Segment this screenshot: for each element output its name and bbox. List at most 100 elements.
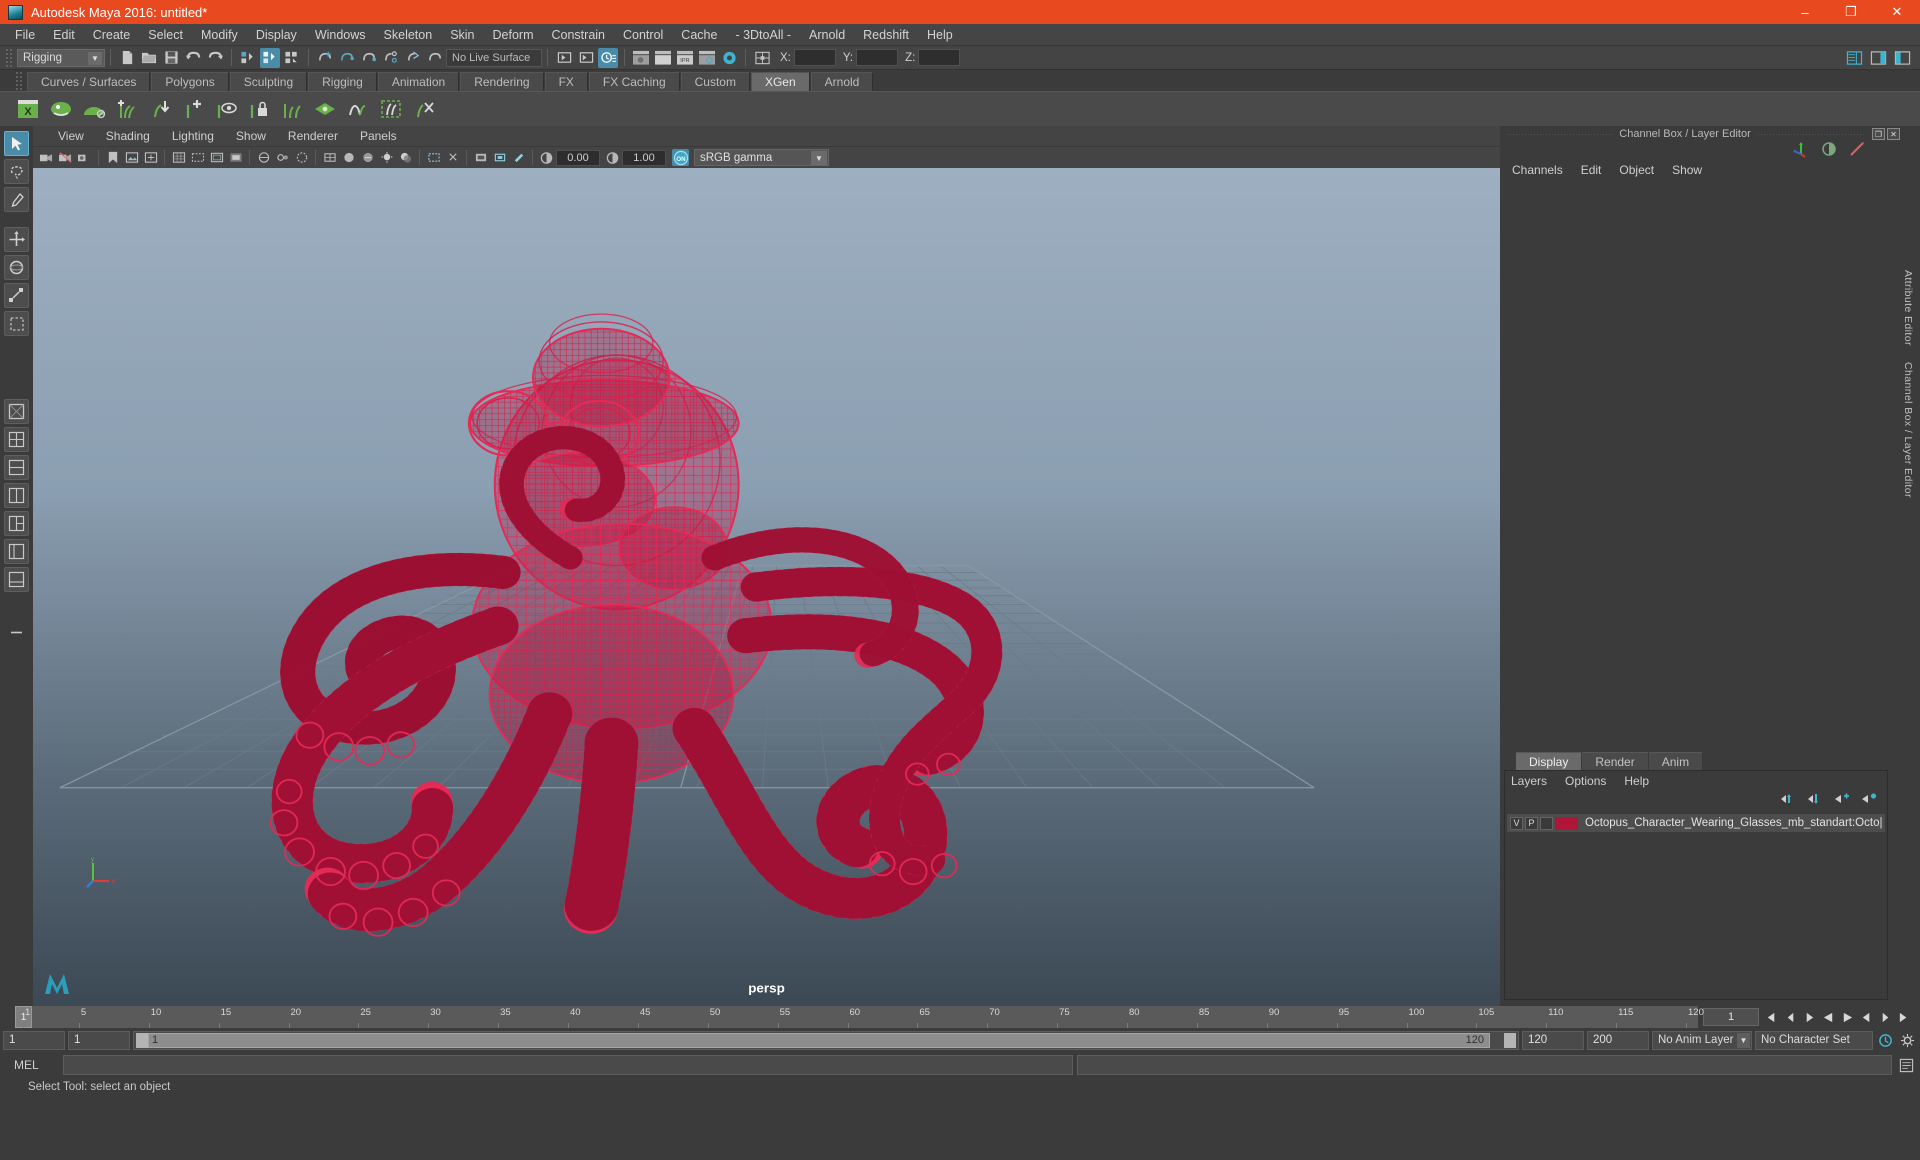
menu-deform[interactable]: Deform bbox=[484, 26, 543, 44]
layer-menu-options[interactable]: Options bbox=[1565, 774, 1606, 788]
character-set-selector[interactable]: No Character Set bbox=[1755, 1030, 1873, 1050]
menu-arnold[interactable]: Arnold bbox=[800, 26, 854, 44]
move-layer-up-icon[interactable] bbox=[1780, 792, 1796, 810]
shelf-tab-arnold[interactable]: Arnold bbox=[810, 72, 874, 91]
menu-modify[interactable]: Modify bbox=[192, 26, 247, 44]
channel-box-menu-edit[interactable]: Edit bbox=[1581, 163, 1614, 177]
tab-anim-layers[interactable]: Anim bbox=[1648, 752, 1703, 770]
save-scene-icon[interactable] bbox=[161, 48, 181, 68]
lock-camera-icon[interactable] bbox=[57, 149, 74, 166]
shelf-tab-custom[interactable]: Custom bbox=[680, 72, 750, 91]
hypershade-icon[interactable] bbox=[719, 48, 739, 68]
gate-mask-icon[interactable] bbox=[227, 149, 244, 166]
range-end-time-field[interactable]: 120 bbox=[1522, 1030, 1584, 1050]
viewport-menu-shading[interactable]: Shading bbox=[95, 129, 161, 143]
xray-icon[interactable] bbox=[255, 149, 272, 166]
drag-dots[interactable] bbox=[1506, 133, 1614, 135]
animation-preferences-icon[interactable] bbox=[1899, 1032, 1916, 1049]
select-camera-icon[interactable] bbox=[38, 149, 55, 166]
layer-visibility-toggle[interactable]: V bbox=[1510, 816, 1523, 830]
current-frame-field[interactable]: 1 bbox=[1703, 1008, 1759, 1026]
close-button[interactable]: ✕ bbox=[1874, 0, 1920, 24]
range-start-handle[interactable] bbox=[136, 1032, 148, 1048]
isolate-add-icon[interactable] bbox=[444, 149, 461, 166]
viewport-menu-view[interactable]: View bbox=[47, 129, 95, 143]
menu-set-selector[interactable]: Rigging ▼ bbox=[17, 48, 105, 67]
more-layouts[interactable] bbox=[4, 620, 29, 645]
editor-layout-icon[interactable] bbox=[752, 48, 772, 68]
menu-create[interactable]: Create bbox=[84, 26, 140, 44]
layer-name-label[interactable]: Octopus_Character_Wearing_Glasses_mb_sta… bbox=[1585, 817, 1882, 829]
menu-constrain[interactable]: Constrain bbox=[543, 26, 615, 44]
new-scene-icon[interactable] bbox=[117, 48, 137, 68]
scale-tool[interactable] bbox=[4, 283, 29, 308]
auto-keyframe-icon[interactable] bbox=[1877, 1032, 1894, 1049]
noise-modifier-icon[interactable] bbox=[377, 96, 404, 123]
viewport-menu-renderer[interactable]: Renderer bbox=[277, 129, 349, 143]
isolate-select-icon[interactable] bbox=[425, 149, 442, 166]
smooth-shade-textured-icon[interactable] bbox=[359, 149, 376, 166]
range-slider-track[interactable]: 1 120 bbox=[133, 1030, 1519, 1050]
shelf-tab-fx-caching[interactable]: FX Caching bbox=[588, 72, 680, 91]
coord-y-field[interactable] bbox=[856, 49, 899, 66]
minimize-button[interactable]: – bbox=[1782, 0, 1828, 24]
anim-start-time-field[interactable]: 1 bbox=[3, 1030, 65, 1050]
layer-playback-toggle[interactable]: P bbox=[1525, 816, 1538, 830]
viewport-menu-lighting[interactable]: Lighting bbox=[161, 129, 225, 143]
command-language-label[interactable]: MEL bbox=[4, 1055, 59, 1075]
layer-menu-layers[interactable]: Layers bbox=[1511, 774, 1547, 788]
grid-toggle-icon[interactable] bbox=[170, 149, 187, 166]
range-start-time-field[interactable]: 1 bbox=[68, 1030, 130, 1050]
frame-selected-icon[interactable] bbox=[491, 149, 508, 166]
coord-z-field[interactable] bbox=[918, 49, 961, 66]
snap-active-icon[interactable] bbox=[425, 48, 445, 68]
menu-skin[interactable]: Skin bbox=[441, 26, 483, 44]
xray-active-icon[interactable] bbox=[293, 149, 310, 166]
menu-skeleton[interactable]: Skeleton bbox=[375, 26, 442, 44]
snap-view-icon[interactable] bbox=[403, 48, 423, 68]
render-settings-icon[interactable] bbox=[697, 48, 717, 68]
menu-windows[interactable]: Windows bbox=[306, 26, 375, 44]
snap-point-icon[interactable] bbox=[359, 48, 379, 68]
menu-cache[interactable]: Cache bbox=[672, 26, 726, 44]
outliner-persp-layout[interactable] bbox=[4, 539, 29, 564]
texture-paint-icon[interactable] bbox=[510, 149, 527, 166]
menu-help[interactable]: Help bbox=[918, 26, 962, 44]
chevron-down-icon[interactable]: ▼ bbox=[1737, 1032, 1750, 1048]
step-forward-keyframe-icon[interactable] bbox=[1877, 1009, 1894, 1026]
gamma-icon[interactable] bbox=[604, 149, 621, 166]
output-connections-icon[interactable] bbox=[576, 48, 596, 68]
viewport-menu-panels[interactable]: Panels bbox=[349, 129, 408, 143]
preview-visibility-icon[interactable] bbox=[212, 96, 239, 123]
shelf-tab-xgen[interactable]: XGen bbox=[750, 72, 810, 91]
statusline-grip[interactable] bbox=[5, 47, 14, 68]
chevron-down-icon[interactable]: ▼ bbox=[88, 51, 102, 65]
go-to-end-icon[interactable] bbox=[1896, 1009, 1913, 1026]
vertical-tab-attribute-editor[interactable]: Attribute Editor bbox=[1902, 262, 1914, 354]
clump-modifier-icon[interactable] bbox=[344, 96, 371, 123]
paint-select-tool[interactable] bbox=[4, 187, 29, 212]
chevron-down-icon[interactable]: ▼ bbox=[811, 151, 827, 165]
rotate-tool[interactable] bbox=[4, 255, 29, 280]
layer-list[interactable]: V P Octopus_Character_Wearing_Glasses_mb… bbox=[1505, 811, 1887, 999]
xgen-collection-icon[interactable] bbox=[80, 96, 107, 123]
step-forward-frame-icon[interactable] bbox=[1858, 1009, 1875, 1026]
undo-icon[interactable] bbox=[183, 48, 203, 68]
time-slider-track[interactable]: 1 1 5 10 15 20 25 30 35 40 45 50 55 60 65 70 75 80 85 90 95… bbox=[15, 1006, 1704, 1028]
hypershade-persp-layout[interactable] bbox=[4, 567, 29, 592]
command-output-field[interactable] bbox=[1077, 1055, 1892, 1075]
tab-display-layers[interactable]: Display bbox=[1516, 752, 1582, 770]
range-thumb[interactable] bbox=[148, 1032, 1490, 1048]
new-layer-icon[interactable] bbox=[1834, 792, 1850, 810]
vertical-tab-channel-box[interactable]: Channel Box / Layer Editor bbox=[1902, 354, 1914, 506]
select-object-icon[interactable] bbox=[260, 47, 280, 68]
xgen-description-icon[interactable] bbox=[47, 96, 74, 123]
maximize-button[interactable]: ❐ bbox=[1828, 0, 1874, 24]
play-forwards-icon[interactable] bbox=[1839, 1009, 1856, 1026]
lasso-select-tool[interactable] bbox=[4, 159, 29, 184]
snap-grid-icon[interactable] bbox=[315, 48, 335, 68]
viewport-3d[interactable]: persp y x bbox=[33, 168, 1500, 1006]
two-d-pan-zoom-icon[interactable] bbox=[142, 149, 159, 166]
three-pane-layout[interactable] bbox=[4, 511, 29, 536]
shelf-tab-polygons[interactable]: Polygons bbox=[151, 72, 229, 91]
